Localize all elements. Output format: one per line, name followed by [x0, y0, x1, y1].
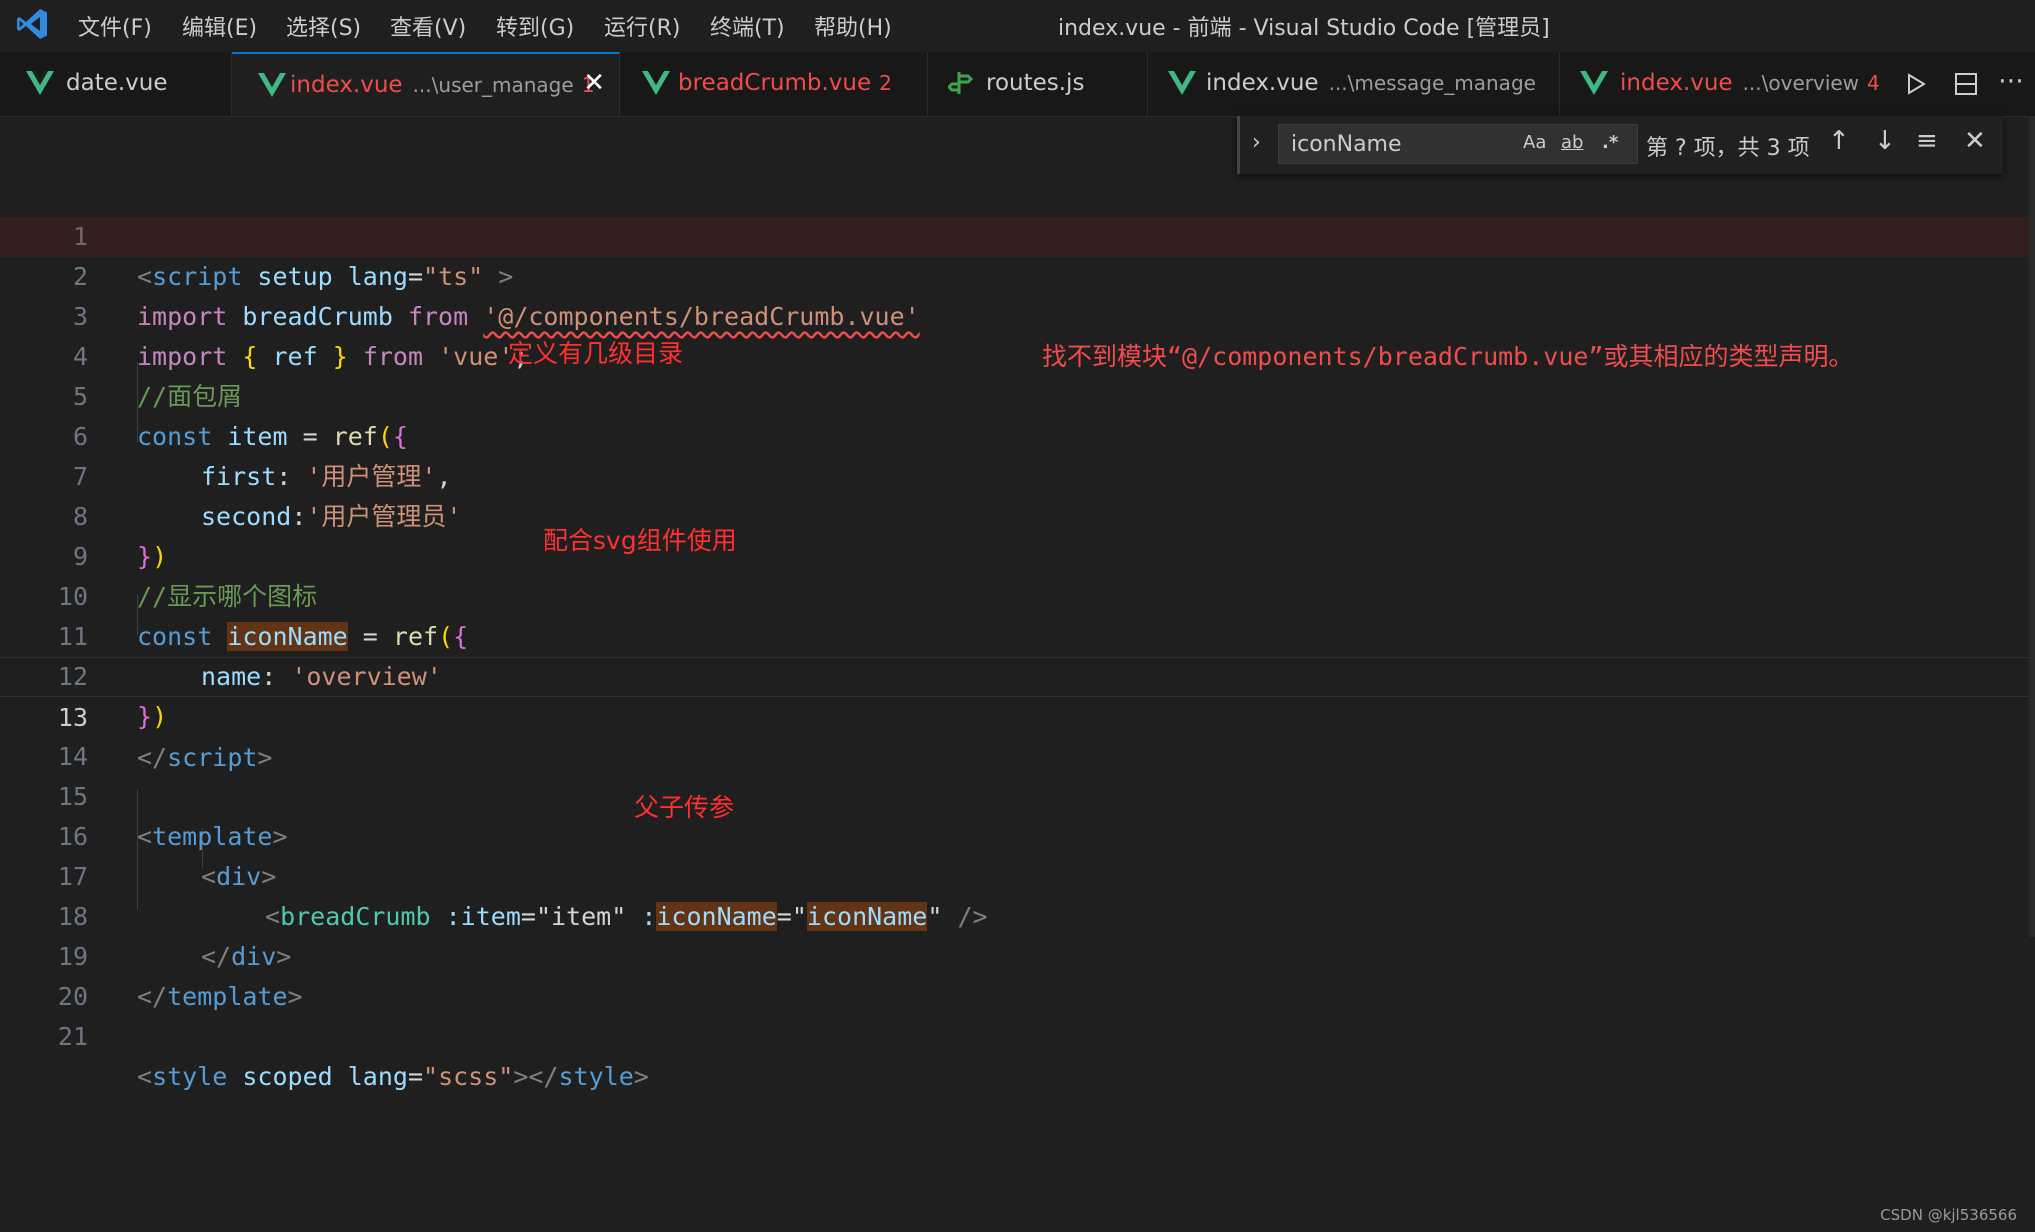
menu-go[interactable]: 转到(G) — [496, 10, 574, 42]
annotation-levels: 定义有几级目录 — [508, 339, 684, 368]
tab-breadcrumb-vue[interactable]: breadCrumb.vue 2 — [620, 52, 928, 116]
code-line: 1 <script setup lang="ts" > — [0, 177, 2035, 291]
code-line: 9 //显示哪个图标 — [0, 497, 2035, 611]
code-line: 15 <template> — [0, 737, 2035, 851]
close-tab-icon[interactable]: ✕ — [583, 68, 605, 98]
tab-routes-js[interactable]: routes.js — [928, 52, 1148, 116]
run-icon[interactable] — [1904, 72, 1928, 96]
code-line: 7 second:'用户管理员' — [0, 417, 2035, 531]
tab-index-vue-user-manage[interactable]: index.vue ...\user_manage 1 ✕ — [232, 52, 620, 116]
code-line: 6 first: '用户管理', — [0, 377, 2035, 491]
tab-problem-count: 2 — [879, 71, 892, 95]
split-editor-icon[interactable] — [1954, 72, 1978, 96]
code-line: 8 }) — [0, 457, 2035, 571]
toggle-replace-chevron-icon[interactable]: › — [1252, 130, 1261, 155]
tab-problem-count: 4 — [1867, 71, 1880, 95]
token: ></ — [513, 1062, 559, 1091]
vue-file-icon — [26, 71, 54, 95]
find-input[interactable] — [1278, 124, 1638, 164]
watermark: CSDN @kjl536566 — [1880, 1206, 2017, 1224]
annotation-props: 父子传参 — [634, 793, 735, 822]
code-line: 4 //面包屑 — [0, 297, 2035, 411]
tab-path: ...\message_manage — [1328, 71, 1536, 95]
code-line: 12 }) — [0, 617, 2035, 731]
code-line: 11 name: 'overview' — [0, 577, 2035, 691]
use-regex-icon[interactable]: .* — [1602, 132, 1618, 153]
code-line: 20 — [0, 937, 2035, 1011]
line-number: 21 — [57, 1022, 88, 1051]
previous-match-arrow-up-icon[interactable]: ↑ — [1828, 126, 1850, 156]
annotation-svg: 配合svg组件使用 — [543, 526, 737, 555]
code-line: 19 </template> — [0, 897, 2035, 1011]
menu-selection[interactable]: 选择(S) — [286, 10, 361, 42]
code-line: 10 const iconName = ref({ — [0, 537, 2035, 651]
code-line: 17 <breadCrumb :item="item" :iconName="i… — [0, 817, 2035, 931]
code-line: 5 const item = ref({ — [0, 337, 2035, 451]
token: "scss" — [423, 1062, 514, 1091]
tab-label: index.vue — [1620, 70, 1733, 96]
menu-terminal[interactable]: 终端(T) — [710, 10, 785, 42]
tab-date-vue[interactable]: date.vue — [0, 52, 232, 116]
code-line: 21 <style scoped lang="scss"></style> — [0, 977, 2035, 1091]
code-line: 16 <div> — [0, 777, 2035, 891]
vue-file-icon — [642, 71, 670, 95]
tab-path: ...\overview — [1742, 71, 1860, 95]
window-title: index.vue - 前端 - Visual Studio Code [管理员… — [1058, 16, 1550, 41]
code-line: 18 </div> — [0, 857, 2035, 971]
tab-index-vue-overview[interactable]: index.vue ...\overview 4 — [1560, 52, 1880, 116]
code-line: 3 import { ref } from 'vue'; — [0, 257, 2035, 371]
editor-scrollbar[interactable] — [2029, 117, 2035, 937]
code-line-current: 13 </script> — [0, 657, 2035, 772]
vue-file-icon — [1580, 71, 1608, 95]
tab-bar: date.vue index.vue ...\user_manage 1 ✕ bre… — [0, 52, 2035, 117]
tab-path: ...\user_manage — [412, 73, 574, 97]
tab-label: breadCrumb.vue — [678, 70, 872, 96]
match-whole-word-icon[interactable]: ab — [1561, 132, 1583, 153]
js-file-icon — [948, 72, 974, 94]
tab-label: index.vue — [1206, 70, 1319, 96]
tab-index-vue-message-manage[interactable]: index.vue ...\message_manage — [1148, 52, 1560, 116]
code-line: 14 — [0, 697, 2035, 771]
token: > — [633, 1062, 649, 1091]
token: lang — [332, 1062, 408, 1091]
vue-file-icon — [258, 73, 286, 97]
match-case-icon[interactable]: Aa — [1523, 132, 1546, 153]
more-actions-icon[interactable]: ⋯ — [1998, 66, 2024, 96]
token: style — [152, 1062, 228, 1091]
token: < — [137, 1062, 153, 1091]
menu-help[interactable]: 帮助(H) — [814, 10, 892, 42]
title-bar: 文件(F) 编辑(E) 选择(S) 查看(V) 转到(G) 运行(R) 终端(T… — [0, 0, 2035, 50]
menu-edit[interactable]: 编辑(E) — [182, 10, 257, 42]
tab-label: date.vue — [66, 70, 168, 96]
find-result-count: 第 ? 项，共 3 项 — [1646, 136, 1810, 161]
token: = — [407, 1062, 424, 1091]
code-line: 2 import breadCrumb from '@/components/b… — [0, 217, 2035, 371]
vue-file-icon — [1168, 71, 1196, 95]
close-find-icon[interactable]: ✕ — [1964, 126, 1986, 156]
tab-label: index.vue — [290, 72, 403, 98]
tab-label: routes.js — [986, 70, 1085, 96]
find-in-selection-icon[interactable]: ≡ — [1916, 126, 1938, 156]
token: scoped — [227, 1062, 333, 1091]
vscode-logo-icon[interactable] — [14, 6, 50, 42]
find-widget: › Aa ab .* 第 ? 项，共 3 项 ↑ ↓ ≡ ✕ — [1237, 116, 2003, 174]
menu-run[interactable]: 运行(R) — [604, 10, 680, 42]
menu-view[interactable]: 查看(V) — [390, 10, 466, 42]
token: style — [558, 1062, 634, 1091]
menu-file[interactable]: 文件(F) — [78, 10, 152, 42]
next-match-arrow-down-icon[interactable]: ↓ — [1874, 126, 1896, 156]
